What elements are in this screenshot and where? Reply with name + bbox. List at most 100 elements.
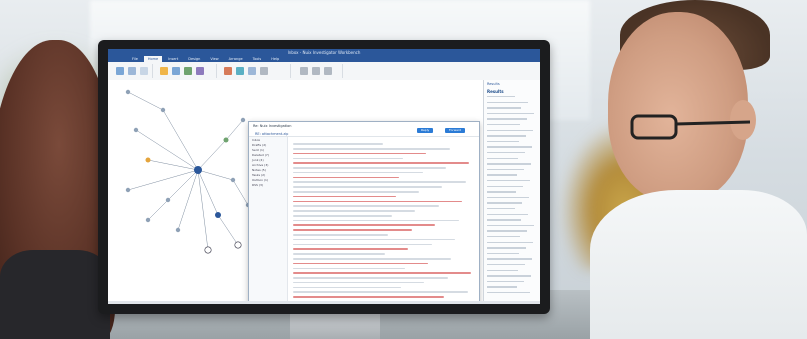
result-row[interactable] (487, 241, 533, 243)
folder-item[interactable]: Tasks (2) (252, 173, 287, 177)
status-bar (108, 301, 540, 304)
result-row[interactable] (487, 280, 524, 283)
pen-icon[interactable] (312, 67, 320, 75)
folder-item[interactable]: Archive (3) (252, 163, 287, 167)
monitor-screen: Inbox - Nuix Investigator Workbench File… (108, 49, 540, 304)
result-row[interactable] (487, 224, 534, 227)
format-icon[interactable] (140, 67, 148, 75)
copy-icon[interactable] (128, 67, 136, 75)
body-text-line (293, 262, 428, 265)
result-row[interactable] (487, 208, 515, 210)
result-row[interactable] (487, 202, 522, 204)
email-header: Re: Nuix Investigation RE: attachment.zi… (249, 122, 479, 137)
result-row[interactable] (487, 163, 531, 165)
man-head (608, 12, 748, 202)
sidebar-logo: Results (487, 89, 504, 94)
result-row[interactable] (487, 101, 528, 103)
body-text-line (293, 257, 452, 260)
paste-icon[interactable] (116, 67, 124, 75)
result-row[interactable] (487, 213, 528, 215)
entity-icon[interactable] (196, 67, 204, 75)
body-text-line (293, 152, 427, 155)
result-row[interactable] (487, 230, 527, 232)
result-row[interactable] (487, 107, 521, 109)
result-row[interactable] (487, 146, 532, 148)
body-text-line (293, 253, 385, 255)
body-text-line (293, 291, 468, 293)
folder-item[interactable]: RSS (3) (252, 183, 287, 187)
result-row[interactable] (487, 112, 534, 115)
forward-button[interactable]: Forward (445, 128, 466, 133)
layout-icon[interactable] (248, 67, 256, 75)
result-row[interactable] (487, 292, 530, 294)
result-row[interactable] (487, 174, 517, 176)
pointer-icon[interactable] (300, 67, 308, 75)
folder-item[interactable]: Notes (5) (252, 168, 287, 172)
body-text-line (293, 186, 443, 188)
body-text-line (293, 147, 450, 150)
result-row[interactable] (487, 252, 519, 255)
attachment-link[interactable]: RE: attachment.zip (255, 132, 288, 136)
result-row[interactable] (487, 185, 523, 187)
filter-icon[interactable] (224, 67, 232, 75)
body-text-line (293, 243, 432, 246)
body-text-line (293, 234, 389, 236)
body-text-line (293, 191, 419, 193)
folder-item[interactable]: Drafts (2) (252, 143, 287, 147)
result-row[interactable] (487, 247, 526, 249)
body-text-line (293, 210, 416, 212)
result-row[interactable] (487, 275, 531, 277)
result-row[interactable] (487, 96, 515, 98)
body-text-line (293, 143, 383, 145)
folder-item[interactable]: Sent (1) (252, 148, 287, 152)
body-text-line (293, 267, 405, 270)
result-row[interactable] (487, 140, 519, 143)
reply-button[interactable]: Reply (417, 128, 434, 133)
body-text-line (293, 214, 392, 217)
result-row[interactable] (487, 135, 526, 137)
body-text-line (293, 200, 463, 203)
folder-item[interactable]: Inbox (252, 138, 287, 142)
result-row[interactable] (487, 196, 529, 199)
folder-item[interactable]: Outbox (1) (252, 178, 287, 182)
graph-icon[interactable] (184, 67, 192, 75)
mail-icon[interactable] (172, 67, 180, 75)
body-text-line (293, 176, 400, 179)
body-text-line (293, 277, 448, 279)
folder-item[interactable]: Deleted (7) (252, 153, 287, 157)
body-text-line (293, 171, 423, 174)
result-row[interactable] (487, 168, 524, 171)
body-text-line (293, 167, 446, 169)
result-row[interactable] (487, 286, 517, 288)
folder-icon[interactable] (160, 67, 168, 75)
export-icon[interactable] (260, 67, 268, 75)
result-row[interactable] (487, 157, 518, 159)
window-title: Inbox - Nuix Investigator Workbench (287, 50, 361, 55)
result-row[interactable] (487, 180, 530, 182)
sidebar-header: Results (487, 82, 500, 86)
result-row[interactable] (487, 269, 518, 271)
result-row[interactable] (487, 152, 525, 154)
man-shirt (590, 190, 807, 339)
link-graph (125, 89, 251, 254)
result-row[interactable] (487, 219, 521, 221)
result-row[interactable] (487, 124, 520, 126)
body-text-line (293, 296, 445, 298)
result-row[interactable] (487, 118, 527, 120)
result-row[interactable] (487, 236, 520, 238)
body-text-line (293, 224, 436, 227)
result-row[interactable] (487, 258, 532, 260)
monitor: Inbox - Nuix Investigator Workbench File… (98, 40, 550, 314)
body-text-line (293, 286, 401, 289)
email-viewer[interactable]: Re: Nuix Investigation RE: attachment.zi… (248, 121, 480, 304)
result-row[interactable] (487, 129, 533, 131)
result-row[interactable] (487, 191, 516, 193)
body-text-line (293, 238, 455, 241)
search-icon[interactable] (236, 67, 244, 75)
folder-item[interactable]: Junk (4) (252, 158, 287, 162)
body-text-line (293, 272, 472, 274)
result-row[interactable] (487, 264, 525, 266)
ribbon-toolbar (108, 62, 540, 81)
crosshair-icon[interactable] (324, 67, 332, 75)
monitor-stand (290, 312, 380, 339)
